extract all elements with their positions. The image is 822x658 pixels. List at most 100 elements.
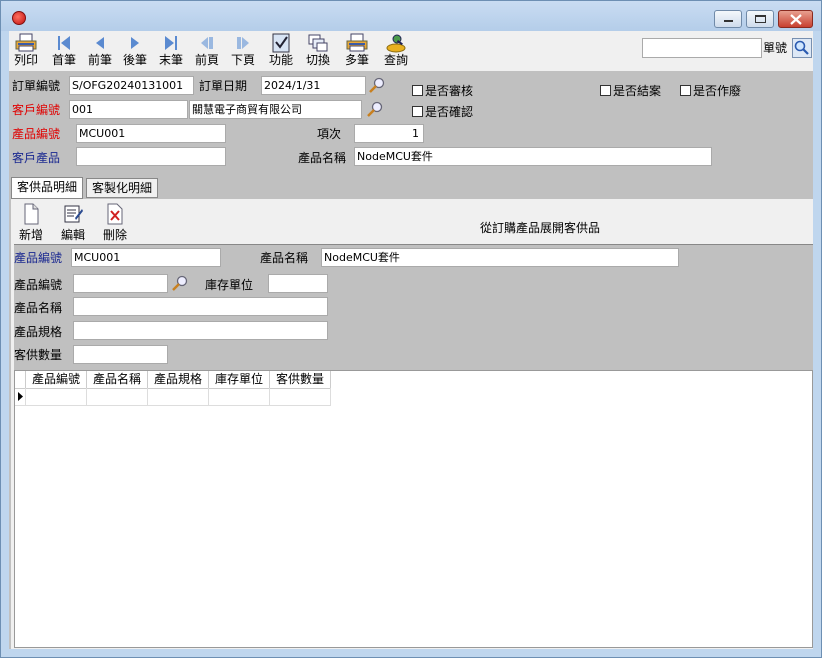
multi-record-button[interactable]: 多筆: [342, 33, 372, 71]
function-button[interactable]: 功能: [266, 33, 296, 71]
stock-unit-label: 庫存單位: [205, 278, 254, 292]
product-no-field[interactable]: MCU001: [76, 124, 226, 143]
customer-product-label: 客戶產品: [12, 151, 61, 165]
prev-label: 前筆: [87, 53, 112, 67]
sub-product-name-field[interactable]: [73, 297, 328, 316]
voided-label: 是否作廢: [693, 84, 742, 98]
app-globe-icon: [12, 11, 26, 25]
table-cell[interactable]: [209, 388, 270, 406]
next-page-button[interactable]: 下頁: [228, 33, 258, 71]
grid-header-product-name[interactable]: 產品名稱: [87, 371, 148, 389]
main-window: 列印 首筆 前筆 後筆 末筆 前頁 下頁 功能 切換 多筆 查詢 單號 訂單編號…: [0, 0, 822, 658]
product-name-label: 產品名稱: [298, 151, 347, 165]
previous-page-button[interactable]: 前頁: [192, 33, 222, 71]
previous-record-icon: [96, 37, 104, 49]
grid-header-product-no[interactable]: 產品編號: [26, 371, 87, 389]
previous-record-button[interactable]: 前筆: [85, 33, 115, 71]
close-button[interactable]: [778, 10, 813, 28]
customer-no-field[interactable]: 001: [69, 100, 188, 119]
minimize-button[interactable]: [714, 10, 742, 28]
reviewed-checkbox[interactable]: 是否審核: [412, 82, 473, 99]
main-toolbar: 列印 首筆 前筆 後筆 末筆 前頁 下頁 功能 切換 多筆 查詢 單號: [9, 31, 813, 71]
order-no-field[interactable]: S/OFG20240131001: [69, 76, 194, 95]
last-record-button[interactable]: 末筆: [156, 33, 186, 71]
product-name-field[interactable]: NodeMCU套件: [354, 147, 712, 166]
multi-print-icon: [346, 33, 368, 52]
grid-header-stock-unit[interactable]: 庫存單位: [209, 371, 270, 389]
detail-product-no-label: 產品編號: [14, 251, 63, 265]
print-label: 列印: [13, 53, 38, 67]
sub-product-no-label: 產品編號: [14, 278, 63, 292]
stock-unit-field[interactable]: [268, 274, 328, 293]
first-record-button[interactable]: 首筆: [49, 33, 79, 71]
edit-button[interactable]: 編輯: [58, 203, 88, 242]
order-search-input[interactable]: [642, 38, 762, 58]
tab-customer-supplied[interactable]: 客供品明細: [11, 177, 84, 199]
item-label: 項次: [317, 127, 342, 141]
product-no-label: 產品編號: [12, 127, 61, 141]
function-label: 功能: [268, 53, 293, 67]
reviewed-label: 是否審核: [425, 84, 474, 98]
spec-field[interactable]: [73, 321, 328, 340]
prev-page-label: 前頁: [194, 53, 219, 67]
sub-product-lookup-icon[interactable]: [170, 274, 190, 294]
grid-header-qty[interactable]: 客供數量: [270, 371, 331, 389]
close-icon: [790, 14, 802, 25]
next-page-icon: [237, 37, 249, 49]
spec-label: 產品規格: [14, 325, 63, 339]
print-button[interactable]: 列印: [11, 33, 41, 71]
item-no-field[interactable]: 1: [354, 124, 424, 143]
function-icon: [272, 33, 290, 53]
query-icon: [386, 34, 406, 53]
grid-header-spec[interactable]: 產品規格: [148, 371, 209, 389]
order-date-field[interactable]: 2024/1/31: [261, 76, 366, 95]
delete-label: 刪除: [102, 228, 127, 242]
order-search-button[interactable]: [792, 38, 812, 58]
first-label: 首筆: [51, 53, 76, 67]
table-cell[interactable]: [87, 388, 148, 406]
query-button[interactable]: 查詢: [381, 33, 411, 71]
customer-no-label: 客戶編號: [12, 103, 61, 117]
query-label: 查詢: [383, 53, 408, 67]
tab-customized[interactable]: 客製化明細: [86, 178, 159, 198]
order-no-label: 訂單編號: [12, 79, 61, 93]
table-cell[interactable]: [148, 388, 209, 406]
confirmed-label: 是否確認: [425, 105, 474, 119]
customer-lookup-icon[interactable]: [365, 100, 385, 120]
customer-product-field[interactable]: [76, 147, 226, 166]
sub-product-no-field[interactable]: [73, 274, 168, 293]
title-bar[interactable]: [1, 1, 821, 31]
add-label: 新增: [18, 228, 43, 242]
table-cell[interactable]: [26, 388, 87, 406]
first-record-icon: [58, 36, 70, 50]
next-label: 後筆: [122, 53, 147, 67]
table-cell[interactable]: [270, 388, 331, 406]
order-date-label: 訂單日期: [199, 79, 248, 93]
expand-note[interactable]: 從訂購產品展開客供品: [480, 220, 600, 236]
order-date-lookup-icon[interactable]: [367, 76, 387, 96]
qty-field[interactable]: [73, 345, 168, 364]
sub-product-name-label: 產品名稱: [14, 301, 63, 315]
minimize-icon: [724, 20, 733, 22]
customer-name-field[interactable]: 關慧電子商貿有限公司: [189, 100, 362, 119]
add-button[interactable]: 新增: [16, 203, 46, 242]
detail-product-no-field[interactable]: MCU001: [71, 248, 221, 267]
qty-label: 客供數量: [14, 348, 63, 362]
multi-label: 多筆: [344, 53, 369, 67]
next-record-button[interactable]: 後筆: [120, 33, 150, 71]
switch-window-icon: [308, 34, 328, 52]
maximize-button[interactable]: [746, 10, 774, 28]
voided-checkbox[interactable]: 是否作廢: [680, 82, 741, 99]
detail-product-name-label: 產品名稱: [260, 251, 309, 265]
closed-checkbox[interactable]: 是否結案: [600, 82, 661, 99]
delete-button[interactable]: 刪除: [100, 203, 130, 242]
customer-supplied-grid[interactable]: 產品編號 產品名稱 產品規格 庫存單位 客供數量: [14, 370, 813, 648]
detail-product-name-field[interactable]: NodeMCU套件: [321, 248, 679, 267]
client-area: 列印 首筆 前筆 後筆 末筆 前頁 下頁 功能 切換 多筆 查詢 單號 訂單編號…: [9, 31, 813, 649]
next-record-icon: [131, 37, 139, 49]
switch-button[interactable]: 切換: [303, 33, 333, 71]
detail-form: 產品編號 MCU001 產品名稱 NodeMCU套件 產品編號 庫存單位 產品名…: [14, 244, 813, 371]
confirmed-checkbox[interactable]: 是否確認: [412, 103, 473, 120]
edit-label: 編輯: [60, 228, 85, 242]
current-row-arrow-icon: [18, 392, 23, 401]
